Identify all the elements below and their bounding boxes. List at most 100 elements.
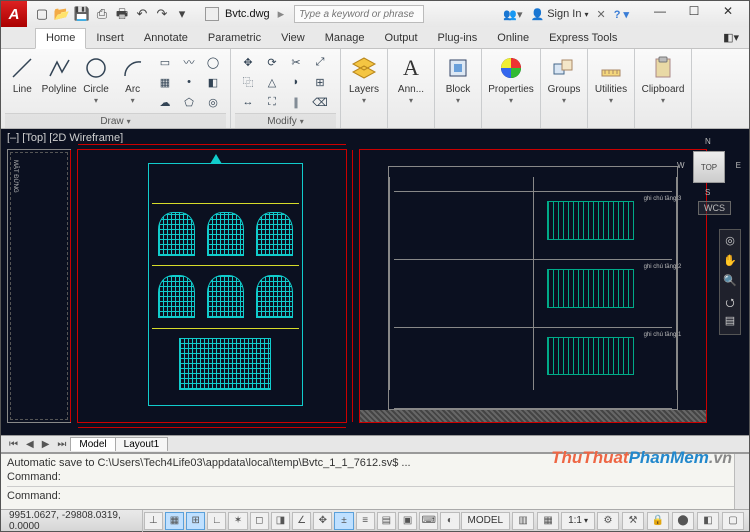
- polyline-button[interactable]: Polyline: [42, 51, 77, 95]
- qp-icon[interactable]: ▣: [398, 512, 417, 530]
- command-scrollbar[interactable]: [734, 454, 749, 509]
- snap-icon[interactable]: ▦: [165, 512, 184, 530]
- infer-constraints-icon[interactable]: ⊥: [144, 512, 163, 530]
- ellipse-icon[interactable]: ◯: [202, 53, 224, 71]
- tab-online[interactable]: Online: [487, 29, 539, 48]
- tab-manage[interactable]: Manage: [315, 29, 375, 48]
- am-icon[interactable]: ◐: [440, 512, 459, 530]
- panel-block[interactable]: Block▾: [435, 49, 482, 128]
- 3dosnap-icon[interactable]: ◨: [271, 512, 290, 530]
- showmotion-icon[interactable]: ▤: [722, 314, 738, 330]
- array-icon[interactable]: ⊞: [309, 73, 331, 91]
- polar-icon[interactable]: ✶: [228, 512, 247, 530]
- minimize-button[interactable]: —: [643, 4, 677, 24]
- hatch-icon[interactable]: ▦: [154, 73, 176, 91]
- ribbon-settings-icon[interactable]: ◧▾: [713, 28, 749, 48]
- groups-button[interactable]: Groups▾: [545, 51, 583, 105]
- lock-icon[interactable]: 🔒: [647, 512, 669, 530]
- panel-annotation[interactable]: AAnn...▾: [388, 49, 435, 128]
- save-icon[interactable]: 💾: [73, 5, 91, 23]
- panel-layers[interactable]: Layers▾: [341, 49, 388, 128]
- wcs-label[interactable]: WCS: [698, 201, 731, 215]
- extend-icon[interactable]: ⤢: [309, 53, 331, 71]
- layers-button[interactable]: Layers▾: [345, 51, 383, 105]
- drawing-area[interactable]: [–] [Top] [2D Wireframe] MẶT ĐỨNG: [1, 129, 749, 435]
- trim-icon[interactable]: ✂: [285, 53, 307, 71]
- open-icon[interactable]: 📂: [53, 5, 71, 23]
- erase-icon[interactable]: ⌫: [309, 93, 331, 111]
- tab-view[interactable]: View: [271, 29, 315, 48]
- steering-icon[interactable]: ◎: [722, 234, 738, 250]
- tab-annotate[interactable]: Annotate: [134, 29, 198, 48]
- viewcube-face[interactable]: TOP: [693, 151, 725, 183]
- tab-next-icon[interactable]: ▶: [38, 439, 54, 450]
- saveas-icon[interactable]: ⎙: [93, 5, 111, 23]
- move-icon[interactable]: ✥: [237, 53, 259, 71]
- app-icon[interactable]: A: [1, 1, 27, 27]
- model-space[interactable]: MẶT ĐỨNG: [7, 143, 709, 429]
- new-icon[interactable]: ▢: [33, 5, 51, 23]
- rectangle-icon[interactable]: ▭: [154, 53, 176, 71]
- tab-insert[interactable]: Insert: [86, 29, 134, 48]
- quickview-drawings-icon[interactable]: ▦: [537, 512, 559, 530]
- cleanscreen-icon[interactable]: ▢: [722, 512, 744, 530]
- command-prompt[interactable]: Command:: [7, 486, 743, 503]
- tab-parametric[interactable]: Parametric: [198, 29, 271, 48]
- spline-icon[interactable]: 〰: [178, 53, 200, 71]
- undo-icon[interactable]: ↶: [133, 5, 151, 23]
- pan-icon[interactable]: ✋: [722, 254, 738, 270]
- block-button[interactable]: Block▾: [439, 51, 477, 105]
- annotation-button[interactable]: AAnn...▾: [392, 51, 430, 105]
- tab-prev-icon[interactable]: ◀: [22, 439, 38, 450]
- maximize-button[interactable]: ☐: [677, 4, 711, 24]
- otrack-icon[interactable]: ∠: [292, 512, 311, 530]
- dyn-icon[interactable]: ±: [334, 512, 353, 530]
- polygon-icon[interactable]: ⬠: [178, 93, 200, 111]
- region-icon[interactable]: ◧: [202, 73, 224, 91]
- panel-groups[interactable]: Groups▾: [541, 49, 588, 128]
- tab-last-icon[interactable]: ⏭: [53, 439, 70, 450]
- utilities-button[interactable]: Utilities▾: [592, 51, 630, 105]
- print-icon[interactable]: 🖶: [113, 5, 131, 23]
- orbit-icon[interactable]: ⭯: [722, 294, 738, 310]
- circle-button[interactable]: Circle▾: [79, 51, 114, 105]
- tab-expresstools[interactable]: Express Tools: [539, 29, 627, 48]
- close-button[interactable]: ✕: [711, 4, 745, 24]
- isolate-icon[interactable]: ◧: [697, 512, 719, 530]
- tab-model[interactable]: Model: [70, 437, 115, 451]
- tab-home[interactable]: Home: [35, 28, 86, 49]
- line-button[interactable]: Line: [5, 51, 40, 95]
- fillet-icon[interactable]: ◗: [285, 73, 307, 91]
- scale-icon[interactable]: ⛶: [261, 93, 283, 111]
- infocenter-icon[interactable]: 👥▾: [503, 8, 522, 21]
- tab-output[interactable]: Output: [375, 29, 428, 48]
- hardware-accel-icon[interactable]: ⬤: [672, 512, 694, 530]
- coordinates[interactable]: 9951.0627, -29808.0319, 0.0000: [1, 510, 143, 532]
- properties-button[interactable]: Properties▾: [486, 51, 536, 105]
- signin-button[interactable]: 👤 Sign In ▾: [531, 8, 589, 21]
- quickview-layouts-icon[interactable]: ▥: [512, 512, 534, 530]
- mirror-icon[interactable]: △: [261, 73, 283, 91]
- panel-utilities[interactable]: Utilities▾: [588, 49, 635, 128]
- tpy-icon[interactable]: ▤: [377, 512, 396, 530]
- workspace-icon[interactable]: ⚒: [622, 512, 644, 530]
- offset-icon[interactable]: ∥: [285, 93, 307, 111]
- lwt-icon[interactable]: ≡: [356, 512, 375, 530]
- help-icon[interactable]: ? ▾: [614, 8, 629, 21]
- ducs-icon[interactable]: ✥: [313, 512, 332, 530]
- exchange-icon[interactable]: ✕: [596, 8, 605, 21]
- redo-icon[interactable]: ↷: [153, 5, 171, 23]
- qat-more-icon[interactable]: ▾: [173, 5, 191, 23]
- search-input[interactable]: [294, 5, 424, 23]
- copy-icon[interactable]: ⿻: [237, 73, 259, 91]
- grid-icon[interactable]: ⊞: [186, 512, 205, 530]
- panel-clipboard[interactable]: Clipboard▾: [635, 49, 692, 128]
- point-icon[interactable]: •: [178, 73, 200, 91]
- arc-button[interactable]: Arc▾: [115, 51, 150, 105]
- annovis-icon[interactable]: ⚙: [597, 512, 619, 530]
- tab-first-icon[interactable]: ⏮: [5, 439, 22, 450]
- donut-icon[interactable]: ◎: [202, 93, 224, 111]
- annotation-scale[interactable]: 1:1▾: [561, 512, 595, 530]
- zoom-icon[interactable]: 🔍: [722, 274, 738, 290]
- sc-icon[interactable]: ⌨: [419, 512, 438, 530]
